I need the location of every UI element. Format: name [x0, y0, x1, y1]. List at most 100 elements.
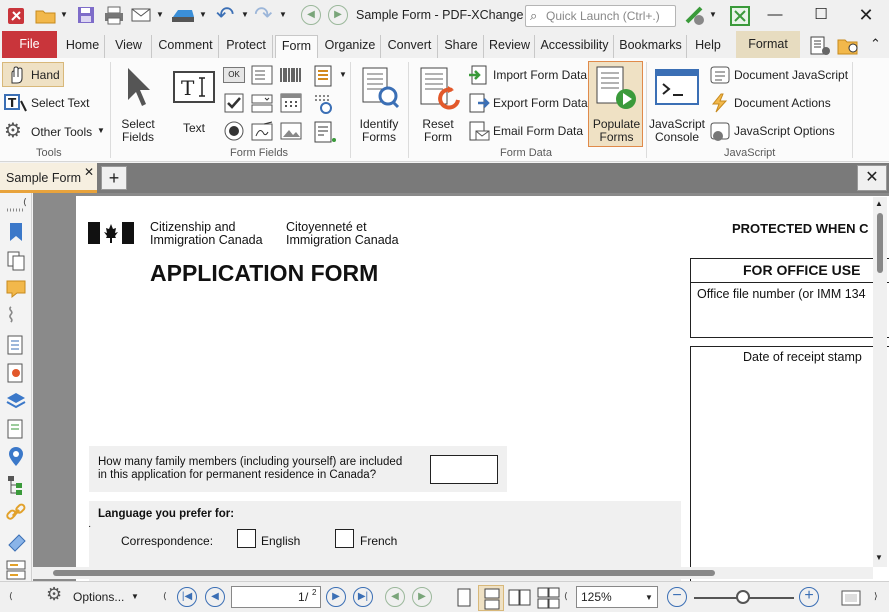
statusbar-expand-icon[interactable]: ⟩: [874, 591, 878, 602]
document-view[interactable]: Citizenship and Immigration Canada Citoy…: [33, 193, 889, 581]
links-icon[interactable]: [5, 502, 27, 524]
bookmark-icon[interactable]: [7, 221, 25, 243]
image-field-icon[interactable]: [279, 120, 303, 142]
javascript-console-button[interactable]: JavaScript Console: [648, 62, 706, 146]
fields-icon[interactable]: [5, 559, 27, 581]
close-window-button[interactable]: ✕: [843, 0, 889, 31]
tab-share[interactable]: Share: [439, 35, 484, 58]
redo-dropdown-icon[interactable]: ▼: [279, 10, 287, 19]
tab-bookmarks[interactable]: Bookmarks: [615, 35, 687, 58]
find-folder-icon[interactable]: [836, 35, 862, 57]
customize-icon[interactable]: [684, 5, 706, 27]
options-dropdown-icon[interactable]: ▼: [131, 592, 139, 601]
select-fields-button[interactable]: Select Fields: [114, 62, 162, 146]
redo-icon[interactable]: ↷: [254, 2, 272, 28]
tab-comment[interactable]: Comment: [153, 35, 219, 58]
form-properties-icon[interactable]: [312, 64, 336, 88]
document-properties-icon[interactable]: [808, 35, 832, 57]
print-icon[interactable]: [103, 5, 125, 25]
statusbar-collapse-left-icon[interactable]: ⟨: [9, 591, 13, 602]
field-tab-order-icon[interactable]: [312, 92, 336, 116]
close-tab-icon[interactable]: ✕: [84, 165, 94, 179]
options-gear-icon[interactable]: ⚙: [46, 584, 62, 605]
tab-file[interactable]: File: [2, 31, 57, 58]
save-icon[interactable]: [76, 5, 96, 25]
select-text-tool-button[interactable]: T Select Text: [2, 91, 92, 115]
scan-dropdown-icon[interactable]: ▼: [199, 10, 207, 19]
zoom-select[interactable]: 125% ▼: [576, 586, 658, 608]
quick-launch-box[interactable]: ⌕ Quick Launch (Ctrl+.): [525, 5, 676, 27]
scroll-up-icon[interactable]: ▲: [875, 199, 883, 208]
single-page-icon[interactable]: [455, 587, 473, 609]
minimize-button[interactable]: —: [752, 0, 798, 31]
back-icon[interactable]: ◀: [301, 5, 321, 25]
comments-icon[interactable]: [5, 278, 27, 300]
tags-icon[interactable]: [6, 418, 26, 440]
radio-button-field-icon[interactable]: [223, 120, 245, 142]
next-page-icon[interactable]: ▶: [326, 587, 346, 607]
populate-forms-button[interactable]: Populate Forms: [588, 61, 643, 147]
close-document-button[interactable]: ✕: [857, 165, 887, 191]
combo-box-field-icon[interactable]: [250, 92, 274, 114]
previous-view-icon[interactable]: ◀: [385, 587, 405, 607]
tab-convert[interactable]: Convert: [382, 35, 438, 58]
statusbar-collapse-icon[interactable]: ⟨: [163, 591, 167, 602]
horizontal-scrollbar[interactable]: [33, 567, 873, 579]
tab-review[interactable]: Review: [485, 35, 535, 58]
horizontal-scroll-thumb[interactable]: [53, 570, 715, 576]
tab-view[interactable]: View: [106, 35, 152, 58]
english-checkbox[interactable]: [237, 529, 256, 548]
tab-form[interactable]: Form: [275, 35, 318, 59]
tab-protect[interactable]: Protect: [220, 35, 273, 58]
tab-help[interactable]: Help: [688, 35, 728, 58]
first-page-icon[interactable]: |◀: [177, 587, 197, 607]
scan-icon[interactable]: [170, 6, 196, 24]
email-form-data-button[interactable]: Email Form Data: [466, 120, 588, 142]
javascript-options-button[interactable]: JavaScript Options: [708, 120, 848, 142]
form-properties-dropdown-icon[interactable]: ▼: [339, 70, 347, 79]
signatures-icon[interactable]: [6, 362, 26, 384]
zoom-slider-thumb[interactable]: [736, 590, 750, 604]
button-field-icon[interactable]: OK: [223, 67, 245, 83]
forward-icon[interactable]: ▶: [328, 5, 348, 25]
fullscreen-view-icon[interactable]: [840, 587, 862, 609]
open-dropdown-icon[interactable]: ▼: [60, 10, 68, 19]
identify-forms-button[interactable]: Identify Forms: [354, 62, 404, 146]
maximize-button[interactable]: ☐: [798, 0, 844, 31]
previous-page-icon[interactable]: ◀: [205, 587, 225, 607]
new-tab-button[interactable]: +: [101, 166, 127, 190]
fullscreen-icon[interactable]: [729, 5, 751, 27]
family-members-input[interactable]: [430, 455, 498, 484]
last-page-icon[interactable]: ▶|: [353, 587, 373, 607]
text-field-button[interactable]: T Text: [168, 62, 220, 146]
destinations-icon[interactable]: [6, 446, 26, 468]
zoom-in-icon[interactable]: +: [799, 587, 819, 607]
undo-dropdown-icon[interactable]: ▼: [241, 10, 249, 19]
hand-tool-button[interactable]: Hand: [2, 62, 64, 87]
tab-format[interactable]: Format: [736, 31, 800, 58]
vertical-scroll-thumb[interactable]: [877, 213, 883, 273]
thumbnails-icon[interactable]: [6, 250, 26, 272]
customize-dropdown-icon[interactable]: ▼: [709, 10, 717, 19]
page-content-icon[interactable]: [6, 334, 26, 356]
attachments-icon[interactable]: ⌇: [6, 303, 16, 328]
structure-icon[interactable]: [6, 474, 26, 496]
tab-organize[interactable]: Organize: [320, 35, 381, 58]
layers-icon[interactable]: [5, 390, 27, 412]
reset-form-button[interactable]: Reset Form: [412, 62, 464, 146]
import-form-data-button[interactable]: Import Form Data: [466, 64, 588, 86]
stamps-icon[interactable]: [5, 531, 27, 553]
email-icon[interactable]: [130, 6, 154, 24]
signature-field-icon[interactable]: [250, 120, 276, 142]
continuous-view-button[interactable]: [478, 585, 504, 611]
next-view-icon[interactable]: ▶: [412, 587, 432, 607]
vertical-scrollbar[interactable]: ▲ ▼: [873, 197, 887, 567]
undo-icon[interactable]: ↶: [216, 2, 234, 28]
french-checkbox[interactable]: [335, 529, 354, 548]
export-form-data-button[interactable]: Export Form Data: [466, 92, 588, 114]
facing-continuous-icon[interactable]: [536, 587, 562, 609]
document-actions-button[interactable]: Document Actions: [708, 92, 848, 114]
tab-accessibility[interactable]: Accessibility: [536, 35, 614, 58]
options-button[interactable]: Options...: [73, 590, 124, 604]
barcode-field-icon[interactable]: [279, 66, 303, 84]
